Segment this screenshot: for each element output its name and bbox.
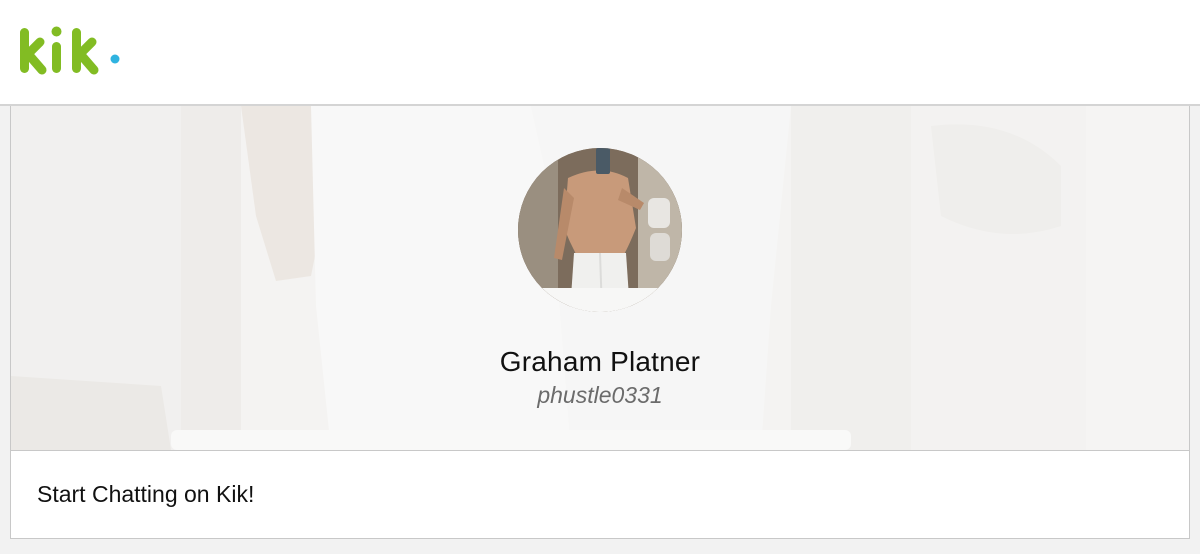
profile-photo-icon [518,148,682,312]
start-chatting-label: Start Chatting on Kik! [37,481,255,507]
top-header [0,0,1200,106]
profile-display-name: Graham Platner [499,346,701,377]
profile-card: Graham Platner phustle0331 Start Chattin… [10,106,1190,539]
kik-logo-icon[interactable] [20,22,130,82]
profile-banner: Graham Platner phustle0331 [11,106,1189,450]
start-chatting-button[interactable]: Start Chatting on Kik! [11,451,1189,538]
profile-username: phustle0331 [537,382,663,408]
avatar[interactable] [518,148,682,312]
